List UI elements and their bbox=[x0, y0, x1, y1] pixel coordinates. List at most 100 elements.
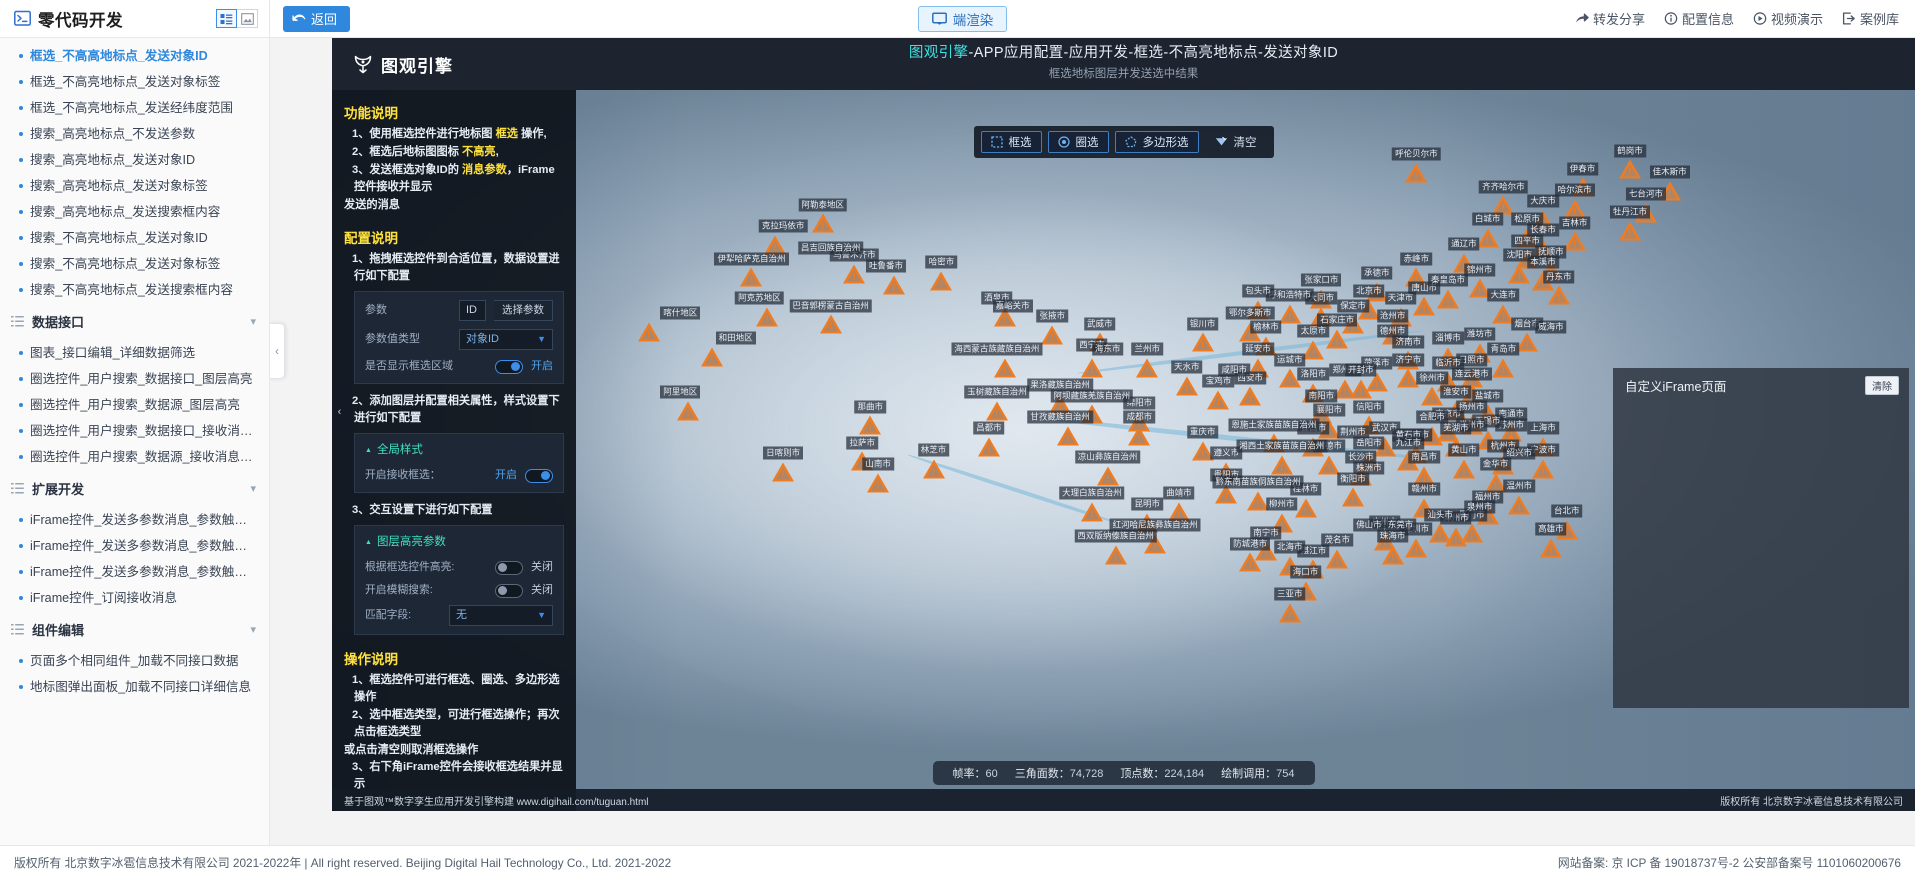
sidebar-item-3[interactable]: 搜索_高亮地标点_不发送参数 bbox=[0, 121, 269, 147]
engine-subtitle: 框选地标图层并发送选中结果 bbox=[332, 65, 1915, 81]
sidebar-item-label: 框选_不高高地标点_发送对象ID bbox=[30, 48, 208, 64]
sidebar-item-label: 图表_接口编辑_详细数据筛选 bbox=[30, 345, 195, 361]
layer-row-fuzzy-label: 开启模糊搜索: bbox=[365, 582, 487, 599]
share-icon bbox=[1575, 12, 1589, 25]
sidebar-item-22[interactable]: 页面多个相同组件_加载不同接口数据 bbox=[0, 648, 269, 674]
sidebar-item-4[interactable]: 搜索_高亮地标点_发送对象ID bbox=[0, 147, 269, 173]
layer-row-by-widget-state: 关闭 bbox=[531, 559, 553, 576]
sidebar-item-label: 搜索_不高亮地标点_发送对象ID bbox=[30, 230, 208, 246]
sidebar-item-18[interactable]: iFrame控件_发送多参数消息_参数触发筛... bbox=[0, 533, 269, 559]
iframe-panel-header: 自定义iFrame页面 清除 bbox=[1613, 368, 1909, 399]
back-button[interactable]: 返回 bbox=[283, 6, 350, 32]
sidebar-item-8[interactable]: 搜索_不高亮地标点_发送对象标签 bbox=[0, 251, 269, 277]
bullet-icon bbox=[19, 210, 23, 214]
bullet-icon bbox=[19, 518, 23, 522]
library-icon bbox=[1842, 12, 1856, 25]
sidebar-item-23[interactable]: 地标图弹出面板_加载不同接口详细信息 bbox=[0, 674, 269, 700]
config-box-global-style: ▲ 全局样式 开启接收框选： 开启 bbox=[354, 433, 564, 493]
bullet-icon bbox=[19, 288, 23, 292]
sidebar-item-2[interactable]: 框选_不高亮地标点_发送经纬度范围 bbox=[0, 95, 269, 121]
sidebar-item-0[interactable]: 框选_不高高地标点_发送对象ID bbox=[0, 43, 269, 69]
sidebar-item-5[interactable]: 搜索_高亮地标点_发送对象标签 bbox=[0, 173, 269, 199]
sidebar-group-21[interactable]: 组件编辑▾ bbox=[0, 611, 269, 648]
sidebar-item-9[interactable]: 搜索_不高亮地标点_发送搜索框内容 bbox=[0, 277, 269, 303]
rect-select-label: 框选 bbox=[1009, 134, 1032, 150]
sidebar-item-20[interactable]: iFrame控件_订阅接收消息 bbox=[0, 585, 269, 611]
config-step-1: 1、拖拽框选控件到合适位置，数据设置进行如下配置 bbox=[344, 251, 564, 285]
sidebar-group-16[interactable]: 扩展开发▾ bbox=[0, 470, 269, 507]
bullet-icon bbox=[19, 659, 23, 663]
iframe-clear-button[interactable]: 清除 bbox=[1865, 376, 1899, 395]
param-label: 参数 bbox=[365, 302, 451, 319]
bullet-icon bbox=[19, 236, 23, 240]
nav-share[interactable]: 转发分享 bbox=[1575, 9, 1645, 28]
image-view-icon[interactable] bbox=[237, 9, 258, 28]
rect-select-button[interactable]: 框选 bbox=[981, 131, 1042, 153]
match-field-label: 匹配字段: bbox=[365, 607, 441, 624]
circle-select-button[interactable]: 圈选 bbox=[1048, 131, 1109, 153]
bullet-icon bbox=[19, 132, 23, 136]
map-selection-toolbar[interactable]: 框选 圈选 多边形选 bbox=[974, 126, 1274, 158]
brand-area: 零代码开发 bbox=[0, 0, 270, 37]
polygon-select-button[interactable]: 多边形选 bbox=[1115, 131, 1199, 153]
layer-highlight-heading[interactable]: ▲ 图层高亮参数 bbox=[365, 534, 553, 551]
config-row-param: 参数 ID 选择参数 bbox=[365, 300, 553, 321]
instruction-panel: 功能说明 1、使用框选控件进行地标图 框选 操作, 2、框选后地标图图标 不高亮… bbox=[332, 90, 576, 811]
choose-param-button[interactable]: 选择参数 bbox=[494, 300, 553, 321]
sidebar-item-6[interactable]: 搜索_高亮地标点_发送搜索框内容 bbox=[0, 199, 269, 225]
nav-config-info[interactable]: 配置信息 bbox=[1664, 9, 1734, 28]
sidebar-group-10[interactable]: 数据接口▾ bbox=[0, 303, 269, 340]
param-type-select[interactable]: 对象ID ▼ bbox=[459, 329, 553, 350]
param-input[interactable]: ID bbox=[459, 300, 486, 321]
match-field-select[interactable]: 无 ▼ bbox=[449, 605, 553, 626]
sidebar-item-label: iFrame控件_订阅接收消息 bbox=[30, 590, 177, 606]
footer-copyright: 版权所有 北京数字冰雹信息技术有限公司 2021-2022年 | All rig… bbox=[14, 854, 671, 871]
sidebar-item-15[interactable]: 圈选控件_用户搜索_数据源_接收消息加... bbox=[0, 444, 269, 470]
operation-line-1: 1、框选控件可进行框选、圈选、多边形选操作 bbox=[344, 672, 564, 706]
nav-video-demo[interactable]: 视频演示 bbox=[1753, 9, 1823, 28]
page-footer: 版权所有 北京数字冰雹信息技术有限公司 2021-2022年 | All rig… bbox=[0, 845, 1915, 878]
nav-case-library[interactable]: 案例库 bbox=[1842, 9, 1899, 28]
circle-select-label: 圈选 bbox=[1076, 134, 1099, 150]
layer-row-fuzzy: 开启模糊搜索: 关闭 bbox=[365, 582, 553, 599]
sidebar-item-13[interactable]: 圈选控件_用户搜索_数据源_图层高亮 bbox=[0, 392, 269, 418]
config-row-show-area: 是否显示框选区域 开启 bbox=[365, 358, 553, 375]
sidebar-item-12[interactable]: 圈选控件_用户搜索_数据接口_图层高亮 bbox=[0, 366, 269, 392]
footer-icp: 网站备案: 京 ICP 备 19018737号-2 公安部备案号 1101060… bbox=[1558, 854, 1901, 871]
bullet-icon bbox=[19, 544, 23, 548]
sidebar-collapse-handle[interactable]: ‹ bbox=[270, 323, 285, 379]
sidebar-item-11[interactable]: 图表_接口编辑_详细数据筛选 bbox=[0, 340, 269, 366]
play-circle-icon bbox=[1753, 12, 1767, 25]
clear-select-button[interactable]: 清空 bbox=[1205, 131, 1267, 153]
nav-config-info-label: 配置信息 bbox=[1682, 9, 1734, 28]
layer-row-by-widget-toggle[interactable] bbox=[495, 561, 523, 575]
sidebar-item-label: 页面多个相同组件_加载不同接口数据 bbox=[30, 653, 239, 669]
list-view-icon[interactable] bbox=[216, 9, 237, 28]
sidebar-item-17[interactable]: iFrame控件_发送多参数消息_参数触发高... bbox=[0, 507, 269, 533]
sidebar-item-19[interactable]: iFrame控件_发送多参数消息_参数触发加... bbox=[0, 559, 269, 585]
render-button[interactable]: 端渲染 bbox=[918, 6, 1008, 32]
triangle-up-icon-layer: ▲ bbox=[365, 534, 372, 551]
body-row: 框选_不高高地标点_发送对象ID 框选_不高亮地标点_发送对象标签框选_不高亮地标… bbox=[0, 38, 1915, 845]
engine-title-rest: -APP应用配置-应用开发-框选-不高亮地标点-发送对象ID bbox=[968, 45, 1338, 61]
triangle-up-icon-global: ▲ bbox=[365, 442, 372, 459]
map-stat-value: 224,184 bbox=[1164, 768, 1204, 780]
show-area-toggle[interactable] bbox=[495, 360, 523, 374]
func-3-hl: 消息参数 bbox=[462, 164, 507, 176]
sidebar-item-14[interactable]: 圈选控件_用户搜索_数据接口_接收消息... bbox=[0, 418, 269, 444]
function-line-3: 3、发送框选对象ID的 消息参数，iFrame控件接收并显示 bbox=[344, 162, 564, 196]
engine-logo: 图观引擎 bbox=[332, 52, 453, 77]
circle-select-icon bbox=[1058, 136, 1070, 148]
info-circle-icon bbox=[1664, 12, 1678, 25]
layer-row-fuzzy-toggle[interactable] bbox=[495, 584, 523, 598]
global-recv-toggle[interactable] bbox=[525, 469, 553, 483]
view-toggle-group[interactable] bbox=[216, 9, 258, 28]
map-stat-value: 754 bbox=[1276, 768, 1294, 780]
sidebar[interactable]: 框选_不高高地标点_发送对象ID 框选_不高亮地标点_发送对象标签框选_不高亮地标… bbox=[0, 38, 270, 845]
engine-title: 图观引擎-APP应用配置-应用开发-框选-不高亮地标点-发送对象ID bbox=[332, 41, 1915, 62]
map-panel-collapse-handle[interactable]: ‹ bbox=[332, 390, 347, 434]
sidebar-item-7[interactable]: 搜索_不高亮地标点_发送对象ID bbox=[0, 225, 269, 251]
global-style-heading[interactable]: ▲ 全局样式 bbox=[365, 442, 553, 459]
toggle-knob bbox=[541, 471, 550, 480]
sidebar-item-1[interactable]: 框选_不高亮地标点_发送对象标签 bbox=[0, 69, 269, 95]
